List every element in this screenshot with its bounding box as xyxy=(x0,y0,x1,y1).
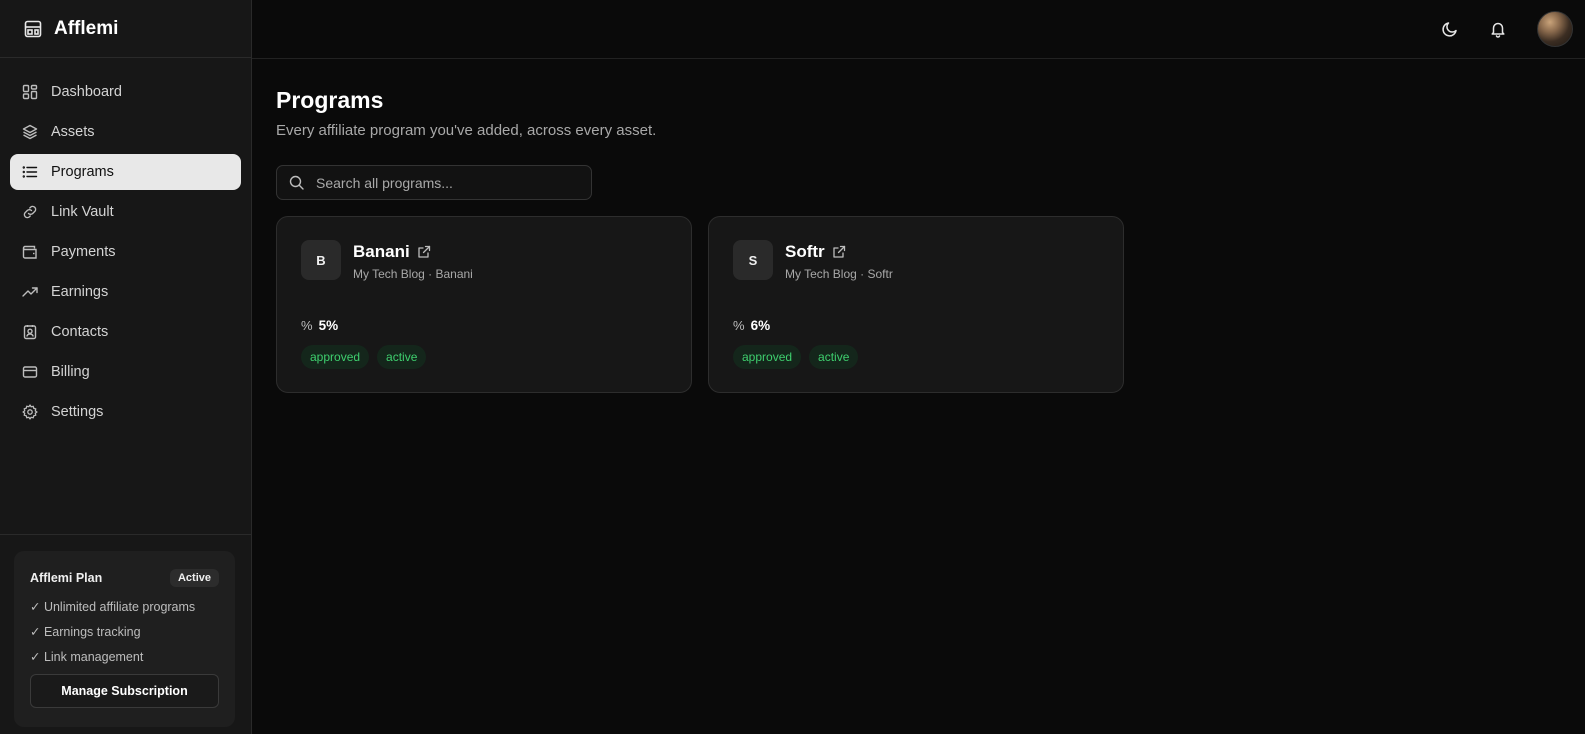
sidebar-item-label: Settings xyxy=(51,404,104,420)
sidebar-item-contacts[interactable]: Contacts xyxy=(10,314,241,350)
sidebar-item-link-vault[interactable]: Link Vault xyxy=(10,194,241,230)
sidebar-item-payments[interactable]: Payments xyxy=(10,234,241,270)
page-content: Programs Every affiliate program you've … xyxy=(252,59,1585,393)
percent-icon: % xyxy=(301,318,313,333)
program-initial: S xyxy=(733,240,773,280)
program-card-softr[interactable]: S Softr My Tech Blog · Softr % 6% approv… xyxy=(708,216,1124,393)
search-input[interactable] xyxy=(314,173,578,192)
program-card-banani[interactable]: B Banani My Tech Blog · Banani % 5% appr… xyxy=(276,216,692,393)
page-subtitle: Every affiliate program you've added, ac… xyxy=(276,122,657,139)
sidebar-item-label: Contacts xyxy=(51,324,109,340)
list-icon xyxy=(22,164,38,180)
sidebar-item-programs[interactable]: Programs xyxy=(10,154,241,190)
plan-feature: ✓ Unlimited affiliate programs xyxy=(30,600,196,614)
brand-name: Afflemi xyxy=(54,17,119,39)
credit-card-icon xyxy=(22,364,38,380)
plan-feature: ✓ Earnings tracking xyxy=(30,625,141,639)
app-shell: Afflemi Dashboard Assets Programs Link V… xyxy=(0,0,1585,734)
status-badge: active xyxy=(377,345,427,369)
program-tags: approved active xyxy=(733,345,1099,369)
status-badge: approved xyxy=(301,345,370,369)
sidebar-item-label: Assets xyxy=(51,124,95,140)
commission-value: 6% xyxy=(750,318,771,333)
external-link-icon[interactable] xyxy=(832,245,846,259)
sidebar-nav: Dashboard Assets Programs Link Vault Pay… xyxy=(0,58,251,434)
page-title: Programs xyxy=(276,87,384,113)
wallet-icon xyxy=(22,244,38,260)
gear-icon xyxy=(22,404,38,420)
avatar[interactable] xyxy=(1537,11,1573,47)
sidebar-item-label: Payments xyxy=(51,244,116,260)
search-icon xyxy=(289,175,304,190)
program-name: Banani xyxy=(353,242,410,261)
plan-card: Afflemi Plan Active ✓ Unlimited affiliat… xyxy=(14,551,235,727)
plan-status-badge: Active xyxy=(169,569,219,587)
sidebar: Afflemi Dashboard Assets Programs Link V… xyxy=(0,0,252,734)
layout-icon xyxy=(24,20,42,38)
search-box[interactable] xyxy=(276,165,592,200)
moon-icon[interactable] xyxy=(1441,20,1459,38)
commission-value: 5% xyxy=(318,318,339,333)
sidebar-item-label: Programs xyxy=(51,164,114,180)
program-name: Softr xyxy=(785,242,825,261)
program-cards: B Banani My Tech Blog · Banani % 5% appr… xyxy=(276,216,1561,393)
plan-title: Afflemi Plan xyxy=(30,571,103,585)
program-tags: approved active xyxy=(301,345,667,369)
sidebar-item-label: Earnings xyxy=(51,284,109,300)
topbar xyxy=(252,0,1585,59)
status-badge: approved xyxy=(733,345,802,369)
program-initial: B xyxy=(301,240,341,280)
external-link-icon[interactable] xyxy=(417,245,431,259)
contact-icon xyxy=(22,324,38,340)
brand[interactable]: Afflemi xyxy=(0,0,251,58)
program-commission: % 5% xyxy=(301,318,667,333)
sidebar-item-assets[interactable]: Assets xyxy=(10,114,241,150)
grid-icon xyxy=(22,84,38,100)
sidebar-item-earnings[interactable]: Earnings xyxy=(10,274,241,310)
link-icon xyxy=(22,204,38,220)
manage-subscription-button[interactable]: Manage Subscription xyxy=(30,674,219,708)
main-area: Programs Every affiliate program you've … xyxy=(252,0,1585,734)
sidebar-item-label: Link Vault xyxy=(51,204,114,220)
status-badge: active xyxy=(809,345,859,369)
plan-section: Afflemi Plan Active ✓ Unlimited affiliat… xyxy=(0,534,251,734)
percent-icon: % xyxy=(733,318,745,333)
program-meta: My Tech Blog · Softr xyxy=(785,267,893,281)
layers-icon xyxy=(22,124,38,140)
sidebar-item-billing[interactable]: Billing xyxy=(10,354,241,390)
program-commission: % 6% xyxy=(733,318,1099,333)
program-meta: My Tech Blog · Banani xyxy=(353,267,473,281)
sidebar-item-dashboard[interactable]: Dashboard xyxy=(10,74,241,110)
trending-up-icon xyxy=(22,284,38,300)
plan-feature: ✓ Link management xyxy=(30,650,144,664)
sidebar-item-label: Billing xyxy=(51,364,90,380)
bell-icon[interactable] xyxy=(1489,20,1507,38)
sidebar-item-settings[interactable]: Settings xyxy=(10,394,241,430)
sidebar-item-label: Dashboard xyxy=(51,84,122,100)
